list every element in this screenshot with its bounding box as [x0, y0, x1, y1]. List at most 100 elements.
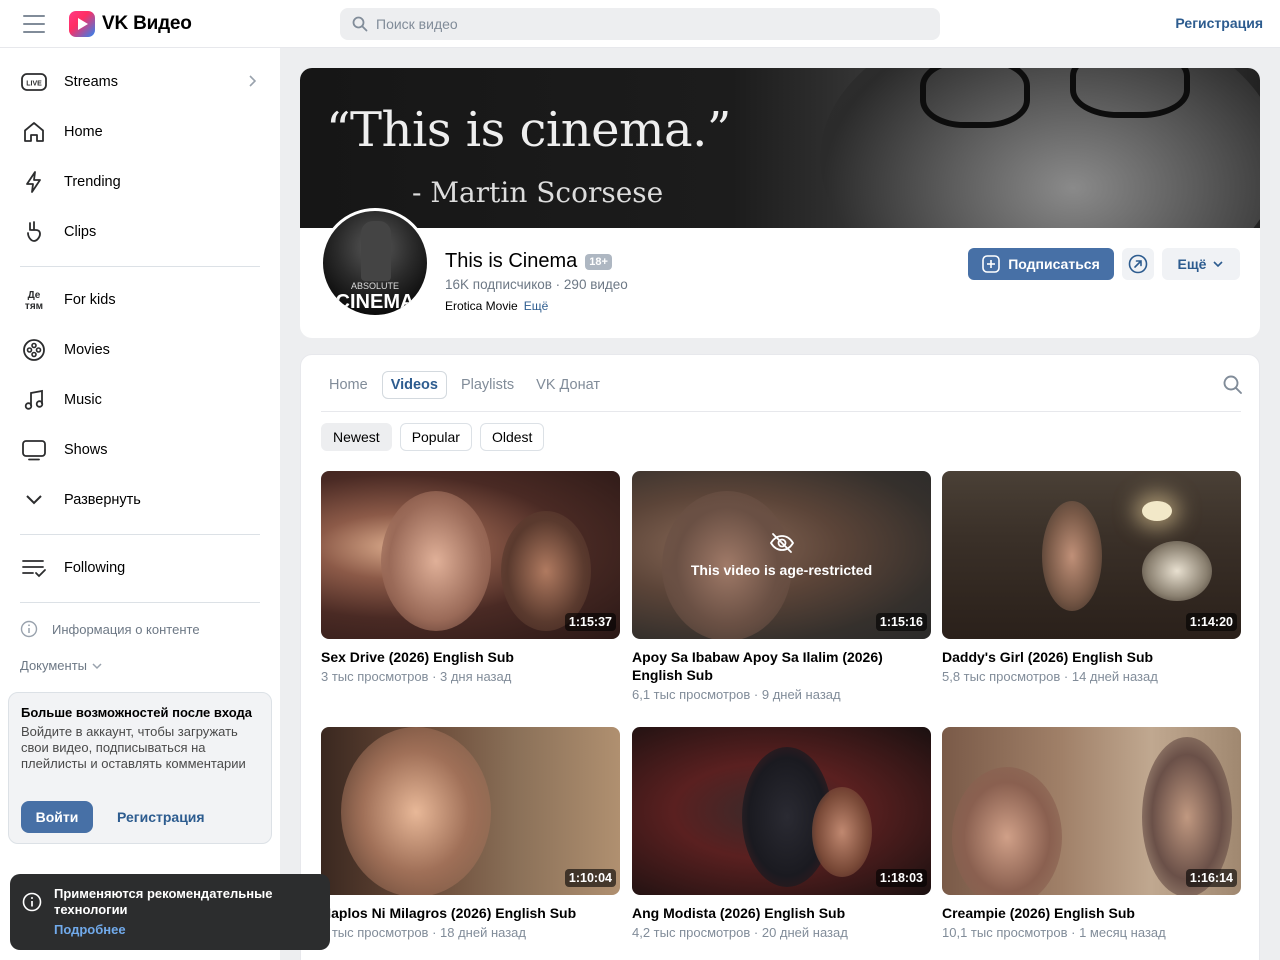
sidebar-item-shows[interactable]: Shows — [20, 430, 260, 470]
live-icon: LIVE — [20, 68, 48, 96]
sidebar-item-movies[interactable]: Movies — [20, 330, 260, 370]
video-meta: 4,2 тыс просмотров · 20 дней назад — [632, 925, 848, 940]
age-rating-badge: 18+ — [585, 253, 612, 270]
content-info-link[interactable]: Информация о контенте — [20, 620, 200, 638]
video-meta: 3 тыс просмотров · 3 дня назад — [321, 669, 512, 684]
sidebar-item-label: Following — [64, 560, 126, 576]
age-restricted-text: This video is age-restricted — [690, 562, 873, 578]
sort-popular[interactable]: Popular — [399, 423, 472, 451]
sidebar-item-label: Streams — [64, 74, 118, 90]
banner-quote: “This is cinema.” — [326, 102, 731, 158]
video-title[interactable]: Ang Modista (2026) English Sub — [632, 904, 931, 922]
channel-content: Home Videos Playlists VK Донат Newest Po… — [300, 354, 1260, 960]
tab-home[interactable]: Home — [321, 371, 376, 399]
video-title[interactable]: Apoy Sa Ibabaw Apoy Sa Ilalim (2026) Eng… — [632, 648, 931, 684]
video-title[interactable]: Haplos Ni Milagros (2026) English Sub — [321, 904, 620, 922]
sort-newest[interactable]: Newest — [321, 423, 392, 451]
description-more-link[interactable]: Ещё — [524, 299, 549, 313]
kids-icon: Дe тям — [20, 286, 48, 314]
tv-icon — [20, 436, 48, 464]
video-duration: 1:15:16 — [875, 613, 927, 631]
documents-dropdown[interactable]: Документы — [20, 658, 103, 673]
video-title[interactable]: Creampie (2026) English Sub — [942, 904, 1241, 922]
toast-more-link[interactable]: Подробнее — [54, 922, 126, 937]
thumb-figure — [1042, 501, 1102, 611]
avatar-text-bottom: CINEMA — [335, 291, 415, 313]
subscriptions-icon — [20, 554, 48, 582]
tab-playlists[interactable]: Playlists — [453, 371, 522, 399]
svg-text:LIVE: LIVE — [26, 81, 42, 88]
eye-off-icon — [769, 533, 794, 553]
sidebar-expand-button[interactable]: Развернуть — [20, 480, 260, 520]
subscribe-label: Подписаться — [1008, 256, 1100, 272]
logo-text: VK Видео — [102, 13, 192, 34]
sidebar-item-music[interactable]: Music — [20, 380, 260, 420]
video-thumbnail[interactable]: 1:18:03 — [632, 727, 931, 895]
recommendation-toast: Применяются рекомендательные технологии … — [10, 874, 330, 950]
sidebar-item-home[interactable]: Home — [20, 112, 260, 152]
video-duration: 1:15:37 — [564, 613, 616, 631]
video-thumbnail[interactable]: 1:15:37 — [321, 471, 620, 639]
channel-name: This is Cinema — [445, 250, 578, 272]
share-button[interactable] — [1122, 248, 1154, 280]
login-card-title: Больше возможностей после входа — [21, 705, 253, 720]
sidebar-item-label: Home — [64, 124, 103, 140]
divider — [20, 534, 260, 535]
sidebar-item-label: For kids — [64, 292, 116, 308]
info-icon — [20, 620, 38, 638]
video-meta: 5,8 тыс просмотров · 14 дней назад — [942, 669, 1158, 684]
search-icon[interactable] — [1223, 375, 1243, 395]
video-meta: 6 тыс просмотров · 18 дней назад — [321, 925, 526, 940]
video-card[interactable]: 1:14:20 Daddy's Girl (2026) English Sub … — [942, 471, 1241, 684]
video-title[interactable]: Sex Drive (2026) English Sub — [321, 648, 620, 666]
music-note-icon — [20, 386, 48, 414]
sidebar-item-streams[interactable]: LIVE Streams — [20, 62, 260, 102]
sidebar-item-following[interactable]: Following — [20, 548, 260, 588]
register-link[interactable]: Регистрация — [1175, 15, 1263, 31]
video-card[interactable]: 1:16:14 Creampie (2026) English Sub 10,1… — [942, 727, 1241, 940]
login-card-register-link[interactable]: Регистрация — [117, 809, 205, 825]
thumb-lamp — [1142, 501, 1172, 521]
svg-text:тям: тям — [25, 301, 43, 312]
login-button[interactable]: Войти — [21, 801, 93, 833]
sidebar-item-trending[interactable]: Trending — [20, 162, 260, 202]
menu-burger-icon[interactable] — [23, 15, 45, 33]
sidebar-item-clips[interactable]: Clips — [20, 212, 260, 252]
sidebar-item-label: Trending — [64, 174, 121, 190]
tab-videos[interactable]: Videos — [381, 371, 447, 399]
video-thumbnail[interactable]: This video is age-restricted 1:15:16 — [632, 471, 931, 639]
video-duration: 1:16:14 — [1185, 869, 1237, 887]
avatar-text-top: ABSOLUTE — [350, 281, 399, 291]
search-box[interactable] — [340, 8, 940, 40]
banner-author: - Martin Scorsese — [412, 176, 664, 209]
channel-header: “This is cinema.” - Martin Scorsese ABSO… — [300, 68, 1260, 338]
subscribe-button[interactable]: Подписаться — [968, 248, 1114, 280]
vk-video-logo-icon — [69, 11, 95, 37]
video-thumbnail[interactable]: 1:14:20 — [942, 471, 1241, 639]
more-button[interactable]: Ещё — [1162, 248, 1240, 280]
channel-description-row: Erotica Movie Ещё — [445, 299, 548, 313]
thumb-figure — [952, 767, 1062, 895]
banner-glasses-left — [920, 68, 1030, 128]
chevron-down-icon — [92, 662, 102, 669]
film-reel-icon — [20, 336, 48, 364]
avatar-figure — [361, 221, 391, 281]
vk-video-logo[interactable]: VK Видео — [69, 11, 192, 37]
video-card[interactable]: 1:10:04 Haplos Ni Milagros (2026) Englis… — [321, 727, 620, 940]
sidebar: LIVE Streams Home Trending Clips Дe тям F… — [0, 48, 280, 960]
login-promo-card: Больше возможностей после входа Войдите … — [8, 692, 272, 844]
search-icon — [352, 16, 368, 32]
login-card-text: Войдите в аккаунт, чтобы загружать свои … — [21, 724, 246, 771]
channel-description: Erotica Movie — [445, 299, 518, 313]
video-thumbnail[interactable]: 1:16:14 — [942, 727, 1241, 895]
tab-vk-donut[interactable]: VK Донат — [528, 371, 608, 399]
video-card[interactable]: 1:15:37 Sex Drive (2026) English Sub 3 т… — [321, 471, 620, 684]
video-card[interactable]: This video is age-restricted 1:15:16 Apo… — [632, 471, 931, 702]
video-card[interactable]: 1:18:03 Ang Modista (2026) English Sub 4… — [632, 727, 931, 940]
sort-oldest[interactable]: Oldest — [479, 423, 545, 451]
sidebar-item-for-kids[interactable]: Дe тям For kids — [20, 280, 260, 320]
search-input[interactable] — [376, 8, 926, 40]
channel-avatar[interactable]: ABSOLUTE CINEMA — [320, 208, 430, 318]
video-title[interactable]: Daddy's Girl (2026) English Sub — [942, 648, 1241, 666]
video-thumbnail[interactable]: 1:10:04 — [321, 727, 620, 895]
